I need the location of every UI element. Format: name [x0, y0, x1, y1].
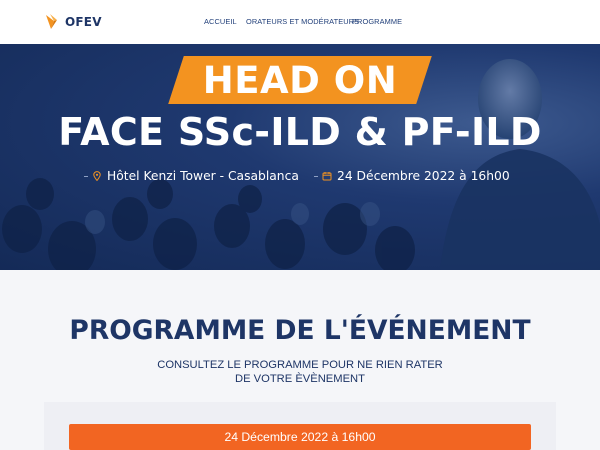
event-date-text: 24 Décembre 2022 à 16h00: [337, 169, 510, 183]
event-location-text: Hôtel Kenzi Tower - Casablanca: [107, 169, 299, 183]
nav-item-orateurs[interactable]: ORATEURS ET MODÉRATEURS: [246, 17, 359, 26]
program-date-tab[interactable]: 24 Décembre 2022 à 16h00: [69, 424, 531, 450]
calendar-icon: [322, 172, 332, 181]
program-subtitle: CONSULTEZ LE PROGRAMME POUR NE RIEN RATE…: [157, 359, 443, 385]
event-date: 24 Décembre 2022 à 16h00: [314, 168, 510, 184]
program-title: PROGRAMME DE L'ÉVÉNEMENT: [69, 315, 531, 346]
site-header: OFEV ACCUEIL ORATEURS ET MODÉRATEURS PRO…: [0, 0, 600, 44]
nav-item-programme[interactable]: PROGRAMME: [352, 17, 402, 26]
event-title: FACE SSc-ILD & PF-ILD: [58, 110, 542, 154]
separator-dot: [84, 175, 88, 177]
head-on-text: HEAD ON: [202, 58, 398, 102]
ofev-logo[interactable]: OFEV: [44, 12, 102, 32]
head-on-badge: HEAD ON: [168, 56, 432, 104]
hero-banner: HEAD ON FACE SSc-ILD & PF-ILD Hôtel Kenz…: [0, 44, 600, 270]
logo-text: OFEV: [65, 15, 102, 29]
location-pin-icon: [93, 171, 101, 181]
nav-item-accueil[interactable]: ACCUEIL: [204, 17, 237, 26]
separator-dot: [314, 175, 318, 177]
event-location: Hôtel Kenzi Tower - Casablanca: [84, 168, 299, 184]
ofev-logo-icon: [46, 14, 57, 29]
